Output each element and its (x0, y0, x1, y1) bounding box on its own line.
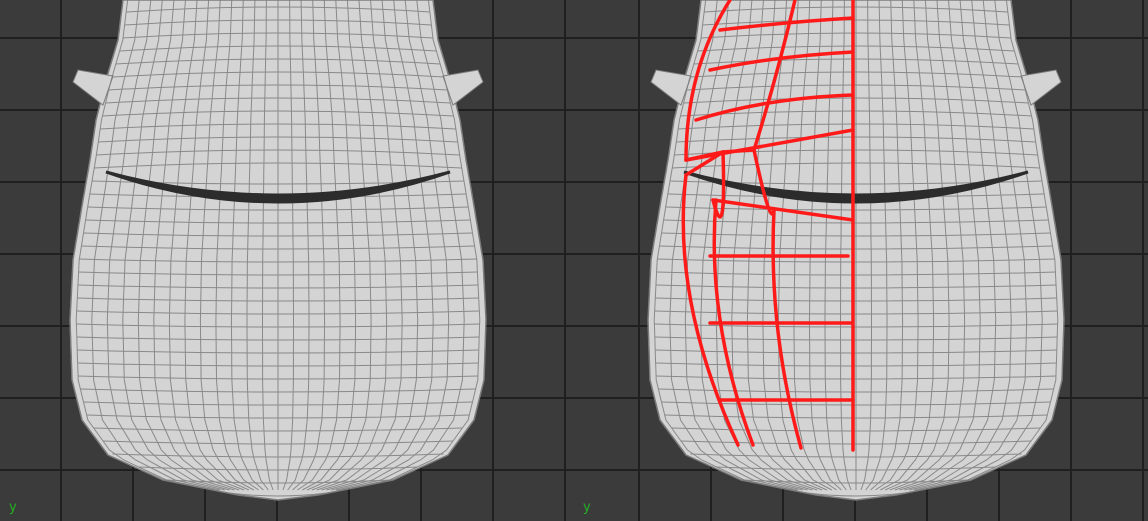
viewport-right[interactable]: y (574, 0, 1148, 521)
viewport-left-canvas[interactable] (0, 0, 574, 521)
y-axis-label: y (583, 500, 591, 515)
viewport-right-canvas[interactable] (574, 0, 1148, 521)
y-axis-label: y (9, 500, 17, 515)
viewport-left[interactable]: y (0, 0, 574, 521)
